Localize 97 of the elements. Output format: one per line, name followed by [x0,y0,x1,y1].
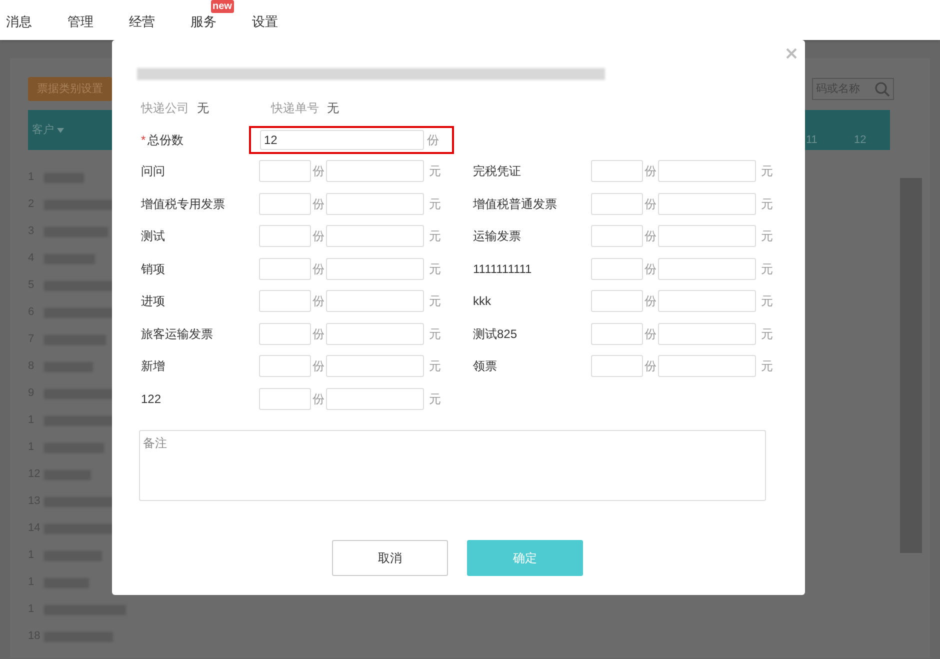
unit-label: 元 [761,326,773,342]
new-badge: new [210,0,234,13]
item-label: 增值税普通发票 [473,196,558,212]
nav-item[interactable]: 消息 [6,14,32,29]
nav-item[interactable]: 经营 [129,14,155,29]
amount-field[interactable] [326,160,424,182]
unit-label: 份 [644,163,658,180]
amount-field[interactable] [658,355,756,377]
note-field[interactable]: 备注 [139,430,766,500]
unit-label: 份 [312,196,326,212]
search-icon[interactable] [874,81,890,97]
count-field[interactable] [591,355,643,377]
item-label: 领票 [473,358,498,375]
count-field[interactable] [259,355,311,377]
unit-label: 份 [312,358,326,375]
count-field[interactable] [591,160,643,182]
unit-label: 份 [312,390,326,408]
unit-label: 元 [761,260,773,278]
item-label: 测试825 [473,326,518,342]
amount-field[interactable] [326,322,424,344]
count-field[interactable] [259,322,311,344]
amount-field[interactable] [326,192,424,214]
count-field[interactable] [259,225,311,247]
nav-item[interactable]: 设置 [252,14,278,29]
amount-field[interactable] [658,225,756,247]
count-field[interactable] [259,192,311,214]
item-label: 销项 [141,260,166,278]
unit-label: 元 [761,196,773,212]
count-field[interactable] [591,258,643,280]
count-field[interactable] [591,322,643,344]
courier-value: 无 [197,100,210,117]
courier-label: 快递公司 [141,100,189,117]
item-label: 问问 [141,163,166,180]
item-label: 增值税专用发票 [141,196,226,212]
unit-label: 份 [644,293,658,310]
count-field[interactable] [259,160,311,182]
unit-label: 元 [429,228,441,245]
count-field[interactable] [259,290,311,312]
amount-field[interactable] [658,290,756,312]
close-icon[interactable] [786,48,797,59]
redacted-text [44,524,115,534]
unit-label: 元 [761,358,773,375]
item-label: 1111111111 [473,260,533,278]
caret-icon[interactable] [57,128,64,132]
amount-field[interactable] [326,258,424,280]
unit-label: 份 [644,358,658,375]
count-field[interactable] [591,290,643,312]
item-label: 进项 [141,293,166,310]
unit-label: 元 [429,196,441,212]
unit-label: 份 [312,260,326,278]
item-label: 新增 [141,358,166,375]
unit-label: 份 [312,163,326,180]
total-label: 总份数 [148,132,184,149]
unit-label: 份 [644,196,658,212]
required-mark: * [141,132,146,149]
count-field[interactable] [591,192,643,214]
unit-label: 元 [429,293,441,310]
item-label: 旅客运输发票 [141,326,214,342]
unit-label: 元 [761,228,773,245]
unit-label: 元 [429,326,441,342]
item-label: 测试 [141,228,166,245]
tracking-label: 快递单号 [271,100,319,117]
unit-label: 元 [429,163,441,180]
total-field[interactable]: 12 [260,130,424,150]
column-header: 12 [854,132,868,148]
amount-field[interactable] [658,160,756,182]
item-label: kkk [473,293,492,310]
unit-label: 份 [644,260,658,278]
item-label: 运输发票 [473,228,522,245]
unit-label: 份 [312,326,326,342]
nav-item[interactable]: 服务 [190,14,216,29]
amount-field[interactable] [326,225,424,247]
cancel-button[interactable]: 取消 [332,540,448,576]
unit-label: 份 [312,293,326,310]
amount-field[interactable] [326,388,424,410]
unit-label: 份 [644,326,658,342]
amount-field[interactable] [326,355,424,377]
count-field[interactable] [591,225,643,247]
item-label: 完税凭证 [473,163,522,180]
amount-field[interactable] [326,290,424,312]
nav-item[interactable]: 管理 [68,14,94,29]
unit-label: 元 [761,293,773,310]
column-header: 11 [806,132,818,148]
unit-label: 元 [429,358,441,375]
item-label: 122 [141,390,162,408]
count-field[interactable] [259,258,311,280]
tracking-value: 无 [327,100,339,117]
unit-label: 元 [429,260,441,278]
unit-label: 份 [644,228,658,245]
unit-label: 元 [761,163,773,180]
unit-label: 元 [429,390,441,408]
amount-field[interactable] [658,192,756,214]
unit-label: 份 [427,132,439,149]
amount-field[interactable] [658,322,756,344]
unit-label: 份 [312,228,326,245]
amount-field[interactable] [658,258,756,280]
count-field[interactable] [259,388,311,410]
